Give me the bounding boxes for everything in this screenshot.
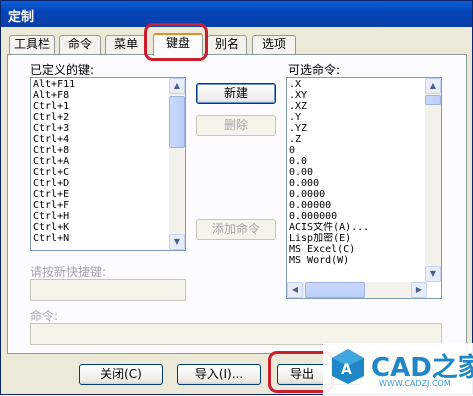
keyboard-panel: 已定义的键: Alt+F11 Alt+F8 Ctrl+1 Ctrl+2 Ctrl+3 Ct… xyxy=(7,54,467,354)
cad-logo-icon: A xyxy=(332,349,364,384)
defined-keys-scrollbar[interactable]: ▲ ▼ xyxy=(169,78,185,250)
list-item[interactable]: Ctrl+8 xyxy=(33,145,169,156)
available-commands-label: 可选命令: xyxy=(288,63,341,77)
new-button[interactable]: 新建 xyxy=(196,83,276,104)
close-button[interactable]: 关闭(C) xyxy=(79,364,163,385)
tab-bar: 工具栏 命令 菜单 键盘 别名 选项 xyxy=(7,33,467,56)
defined-keys-label: 已定义的键: xyxy=(30,63,95,77)
list-item[interactable]: Ctrl+1 xyxy=(33,101,169,112)
list-item[interactable]: MS Word(W) xyxy=(289,255,425,266)
list-item[interactable]: ACIS文件(A)... xyxy=(289,222,425,233)
list-item[interactable]: Ctrl+C xyxy=(33,167,169,178)
list-item[interactable]: MS Excel(C) xyxy=(289,244,425,255)
list-item[interactable]: Alt+F11 xyxy=(33,79,169,90)
defined-keys-list[interactable]: Alt+F11 Alt+F8 Ctrl+1 Ctrl+2 Ctrl+3 Ctrl+4 Ctr… xyxy=(30,77,186,251)
watermark-url: WWW.CADZJ.COM xyxy=(379,379,451,388)
scroll-up-icon[interactable]: ▲ xyxy=(425,78,441,94)
available-commands-items: .X .XY .XZ .Y .YZ .Z 0 0.0 0.00 0.000 0.0000 0.0000… xyxy=(289,79,425,282)
list-item[interactable]: Ctrl+N xyxy=(33,233,169,244)
list-item[interactable]: .YZ xyxy=(289,123,425,134)
command-field[interactable] xyxy=(30,323,442,345)
list-item[interactable]: Ctrl+K xyxy=(33,222,169,233)
new-shortcut-field[interactable] xyxy=(30,279,186,301)
list-item[interactable]: Ctrl+D xyxy=(33,178,169,189)
customize-dialog: 定制 工具栏 命令 菜单 键盘 别名 选项 已定义的键: Alt+F11 Alt+… xyxy=(0,0,473,396)
hscroll-thumb[interactable] xyxy=(305,282,365,298)
defined-keys-items: Alt+F11 Alt+F8 Ctrl+1 Ctrl+2 Ctrl+3 Ctrl+4 Ctr… xyxy=(33,79,169,244)
svg-text:A: A xyxy=(341,362,352,378)
scroll-right-icon[interactable]: ▶ xyxy=(411,282,427,298)
list-item[interactable]: .X xyxy=(289,79,425,90)
list-item[interactable]: Ctrl+A xyxy=(33,156,169,167)
tab-highlight-annotation xyxy=(144,23,208,61)
list-item[interactable]: Ctrl+H xyxy=(33,211,169,222)
tab-commands[interactable]: 命令 xyxy=(59,35,101,54)
list-item[interactable]: .XY xyxy=(289,90,425,101)
new-shortcut-label: 请按新快捷键: xyxy=(30,265,107,279)
delete-button[interactable]: 删除 xyxy=(196,115,276,136)
list-item[interactable]: .Z xyxy=(289,134,425,145)
list-item[interactable]: Ctrl+2 xyxy=(33,112,169,123)
list-item[interactable]: 0.0 xyxy=(289,156,425,167)
scroll-thumb[interactable] xyxy=(169,96,185,148)
scroll-down-icon[interactable]: ▼ xyxy=(425,266,441,282)
list-item[interactable]: Ctrl+4 xyxy=(33,134,169,145)
scroll-thumb[interactable] xyxy=(425,95,441,105)
command-label: 命令: xyxy=(30,309,59,323)
list-item[interactable]: .Y xyxy=(289,112,425,123)
import-button[interactable]: 导入(I)... xyxy=(177,364,261,385)
commands-hscrollbar[interactable]: ◀ ▶ xyxy=(287,282,427,298)
list-item[interactable]: 0.000 xyxy=(289,178,425,189)
list-item[interactable]: Ctrl+F xyxy=(33,200,169,211)
scroll-up-icon[interactable]: ▲ xyxy=(169,78,185,94)
add-command-button[interactable]: 添加命令 xyxy=(196,219,276,240)
list-item[interactable]: .XZ xyxy=(289,101,425,112)
tab-menus[interactable]: 菜单 xyxy=(105,35,147,54)
list-item[interactable]: Alt+F8 xyxy=(33,90,169,101)
commands-vscrollbar[interactable]: ▲ ▼ xyxy=(425,78,441,282)
list-item[interactable]: 0 xyxy=(289,145,425,156)
scroll-left-icon[interactable]: ◀ xyxy=(287,282,303,298)
tab-toolbar[interactable]: 工具栏 xyxy=(9,35,55,54)
list-item[interactable]: 0.000000 xyxy=(289,211,425,222)
watermark: A CAD之家 WWW.CADZJ.COM xyxy=(323,343,473,396)
tab-aliases[interactable]: 别名 xyxy=(207,35,247,54)
list-item[interactable]: Ctrl+E xyxy=(33,189,169,200)
list-item[interactable]: 0.00000 xyxy=(289,200,425,211)
scroll-down-icon[interactable]: ▼ xyxy=(169,234,185,250)
list-item[interactable]: Lisp加密(E) xyxy=(289,233,425,244)
dialog-title: 定制 xyxy=(1,1,472,27)
list-item[interactable]: 0.00 xyxy=(289,167,425,178)
available-commands-list[interactable]: .X .XY .XZ .Y .YZ .Z 0 0.0 0.00 0.000 0.0000 0.0000… xyxy=(286,77,442,299)
list-item[interactable]: 0.0000 xyxy=(289,189,425,200)
tab-options[interactable]: 选项 xyxy=(252,35,296,54)
list-item[interactable]: Ctrl+3 xyxy=(33,123,169,134)
